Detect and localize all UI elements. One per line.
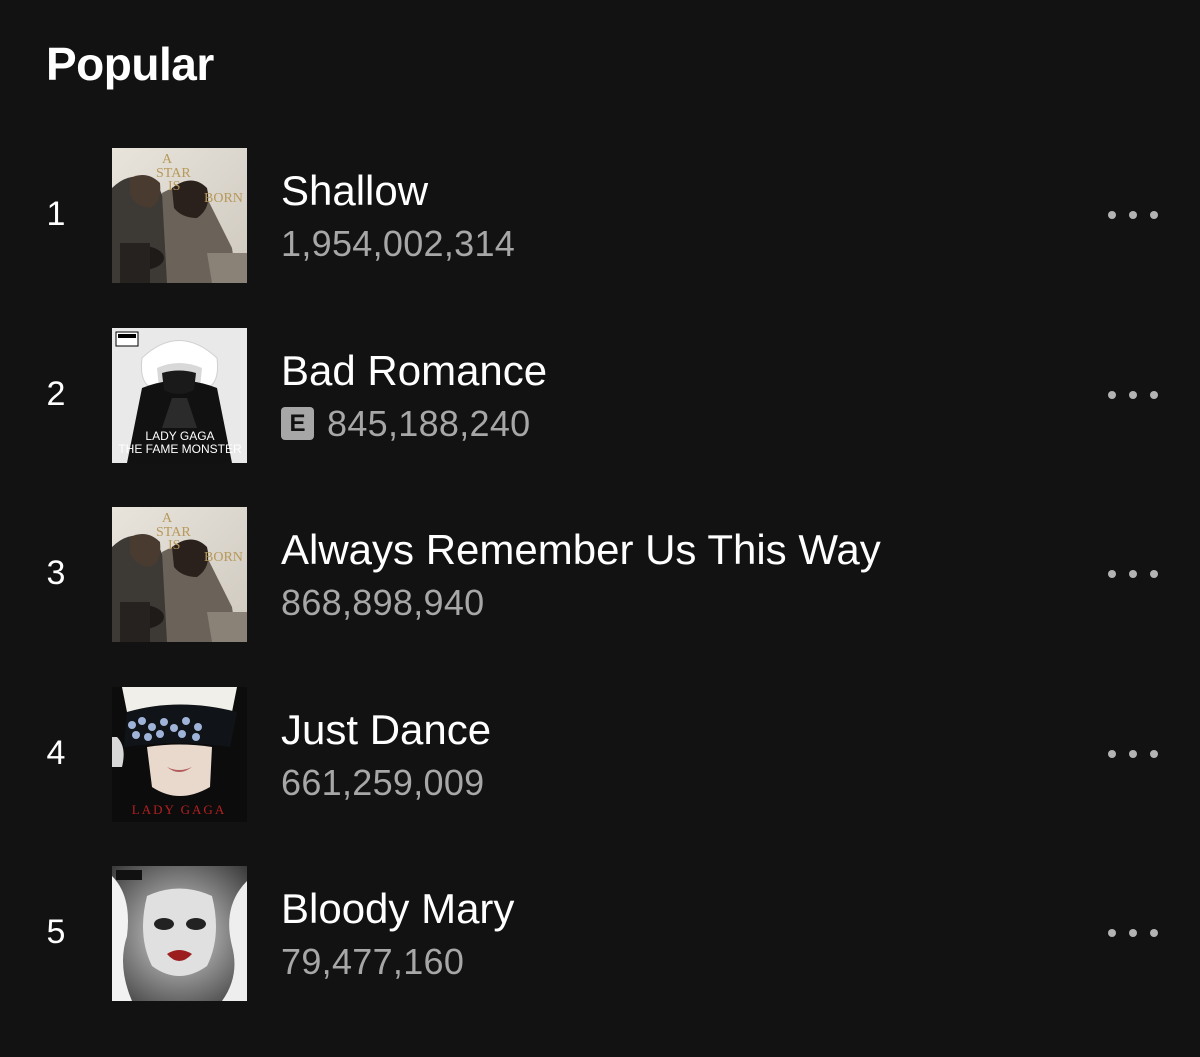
cover-text: LADY GAGA [145, 429, 214, 443]
track-row[interactable]: 4 LADY GAGA Just Dance 661,259,009 [0, 686, 1200, 867]
more-options-button[interactable] [1104, 739, 1162, 769]
track-title[interactable]: Always Remember Us This Way [281, 523, 881, 577]
cover-text: THE FAME MONSTER [118, 442, 242, 456]
album-cover: A STAR IS BORN [112, 148, 247, 283]
track-info: Always Remember Us This Way 868,898,940 [281, 523, 881, 627]
more-dot-icon [1129, 390, 1137, 399]
track-number: 2 [46, 374, 66, 413]
a-star-is-born-cover-icon: A STAR IS BORN [112, 507, 247, 642]
svg-text:A: A [162, 152, 173, 167]
track-info: Bloody Mary 79,477,160 [281, 882, 514, 986]
track-info: Bad Romance E 845,188,240 [281, 344, 547, 448]
track-meta: 79,477,160 [281, 938, 514, 986]
track-row[interactable]: 1 A STAR IS BORN Shallow 1,954,002,314 [0, 148, 1200, 328]
album-cover: LADY GAGA THE FAME MONSTER [112, 327, 247, 463]
album-cover: A STAR IS BORN [112, 507, 247, 642]
more-dot-icon [1108, 749, 1116, 758]
play-count: 868,898,940 [281, 582, 485, 623]
more-dot-icon [1129, 929, 1137, 937]
more-options-button[interactable] [1104, 200, 1162, 230]
more-options-button[interactable] [1104, 559, 1162, 589]
track-number: 1 [46, 195, 66, 233]
the-fame-monster-cover-icon: LADY GAGA THE FAME MONSTER [112, 327, 247, 463]
album-cover [112, 866, 247, 1001]
svg-text:A: A [162, 511, 173, 526]
track-meta: 1,954,002,314 [281, 220, 515, 268]
more-dot-icon [1108, 390, 1116, 399]
svg-text:IS: IS [168, 179, 180, 194]
more-options-button[interactable] [1104, 918, 1162, 948]
cover-text: LADY GAGA [132, 802, 226, 817]
explicit-badge: E [281, 407, 314, 440]
track-meta: E 845,188,240 [281, 400, 547, 448]
the-fame-cover-icon: LADY GAGA [112, 686, 247, 822]
track-row[interactable]: 5 Bloody Mary 79,477,160 [0, 866, 1200, 1046]
track-number: 4 [46, 733, 66, 772]
svg-text:IS: IS [168, 538, 180, 553]
play-count: 79,477,160 [281, 941, 465, 982]
more-dot-icon [1150, 749, 1158, 758]
svg-text:BORN: BORN [204, 550, 243, 565]
svg-text:BORN: BORN [204, 191, 243, 206]
a-star-is-born-cover-icon: A STAR IS BORN [112, 148, 247, 283]
track-title[interactable]: Just Dance [281, 703, 491, 757]
track-row[interactable]: 2 LADY GAGA THE FAME MONSTER Bad Romance [0, 327, 1200, 508]
track-list: 1 A STAR IS BORN Shallow 1,954,002,314 2… [0, 148, 1200, 1046]
track-info: Just Dance 661,259,009 [281, 703, 491, 807]
track-meta: 868,898,940 [281, 579, 881, 627]
track-meta: 661,259,009 [281, 759, 491, 807]
track-info: Shallow 1,954,002,314 [281, 164, 515, 268]
track-row[interactable]: 3 A STAR IS BORN Always Remember Us This… [0, 507, 1200, 687]
more-dot-icon [1150, 211, 1158, 219]
more-dot-icon [1129, 749, 1137, 758]
track-number: 3 [46, 554, 66, 592]
more-options-button[interactable] [1104, 380, 1162, 410]
born-this-way-cover-icon [112, 866, 247, 1001]
more-dot-icon [1108, 570, 1116, 578]
play-count: 661,259,009 [281, 761, 485, 803]
track-title[interactable]: Shallow [281, 164, 515, 218]
more-dot-icon [1150, 570, 1158, 578]
section-title: Popular [46, 38, 214, 90]
play-count: 1,954,002,314 [281, 223, 516, 264]
popular-section: Popular 1 A STAR IS BORN Shallow 1,954,0… [0, 0, 1200, 1057]
more-dot-icon [1108, 211, 1116, 219]
play-count: 845,188,240 [327, 402, 531, 444]
more-dot-icon [1108, 929, 1116, 937]
album-cover: LADY GAGA [112, 686, 247, 822]
more-dot-icon [1129, 211, 1137, 219]
more-dot-icon [1129, 570, 1137, 578]
more-dot-icon [1150, 390, 1158, 399]
more-dot-icon [1150, 929, 1158, 937]
track-number: 5 [46, 913, 66, 951]
track-title[interactable]: Bloody Mary [281, 882, 514, 936]
track-title[interactable]: Bad Romance [281, 344, 547, 398]
